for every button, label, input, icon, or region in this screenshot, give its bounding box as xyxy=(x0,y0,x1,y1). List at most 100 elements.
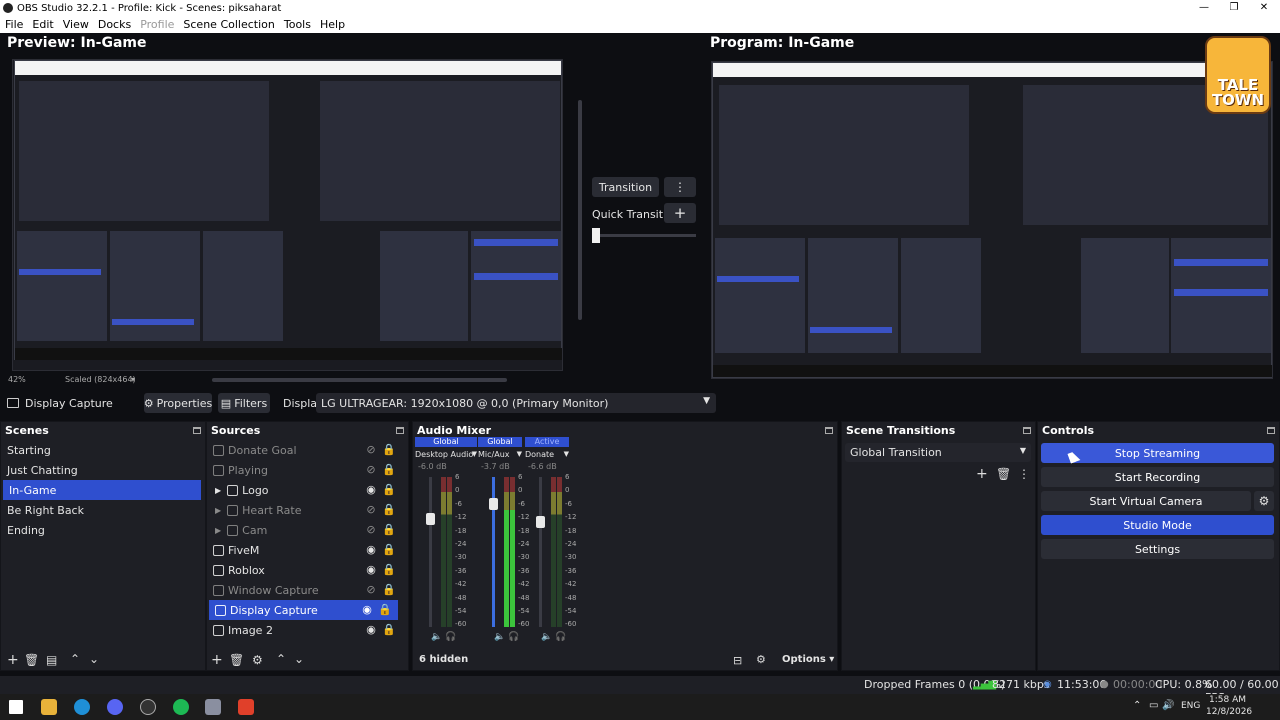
remove-source-icon[interactable]: 🗑 xyxy=(229,653,244,667)
monitor-headphones-icon[interactable]: 🎧 xyxy=(555,632,566,642)
scene-item[interactable]: Ending xyxy=(1,520,205,540)
volume-fader-handle[interactable] xyxy=(536,516,545,528)
preview-canvas[interactable] xyxy=(12,59,563,371)
chrome-icon[interactable] xyxy=(107,699,123,715)
mixer-layout-icon[interactable]: ⊟ xyxy=(733,654,742,667)
lock-icon[interactable]: 🔒 xyxy=(382,484,396,496)
move-down-icon[interactable]: ⌄ xyxy=(294,652,304,666)
eye-hidden-icon[interactable]: ⊘ xyxy=(365,524,377,536)
tray-network-icon[interactable]: ▭ xyxy=(1149,700,1158,711)
expand-arrow-icon[interactable]: ▶ xyxy=(215,506,221,515)
tray-clock-time[interactable]: 1:58 AM xyxy=(1209,695,1246,705)
lock-icon[interactable]: 🔒 xyxy=(382,524,396,536)
eye-icon[interactable]: ◉ xyxy=(361,604,373,616)
tray-volume-icon[interactable]: 🔊 xyxy=(1162,700,1174,711)
menu-scene-collection[interactable]: Scene Collection xyxy=(180,18,277,31)
source-item[interactable]: Image 2 ◉ 🔒 xyxy=(207,620,408,640)
source-item[interactable]: Playing ⊘ 🔒 xyxy=(207,460,408,480)
scene-item[interactable]: Just Chatting xyxy=(1,460,205,480)
channel-name-button[interactable]: Mic/Aux ▼ xyxy=(478,450,522,459)
menu-tools[interactable]: Tools xyxy=(281,18,314,31)
lock-icon[interactable]: 🔒 xyxy=(382,504,396,516)
app-icon[interactable] xyxy=(205,699,221,715)
transition-menu-icon[interactable]: ⋮ xyxy=(1018,467,1030,481)
properties-button[interactable]: ⚙ Properties xyxy=(144,393,212,413)
dock-icon[interactable] xyxy=(1267,426,1275,434)
start-virtual-camera-button[interactable]: Start Virtual Camera xyxy=(1041,491,1251,511)
eye-icon[interactable]: ◉ xyxy=(365,544,377,556)
file-explorer-icon[interactable] xyxy=(41,699,57,715)
preview-scale-dropdown-icon[interactable]: ▾ xyxy=(131,375,135,384)
expand-arrow-icon[interactable]: ▶ xyxy=(215,486,221,495)
lock-icon[interactable]: 🔒 xyxy=(378,604,392,616)
studio-mode-button[interactable]: Studio Mode xyxy=(1041,515,1274,535)
menu-file[interactable]: File xyxy=(2,18,26,31)
obs-taskbar-icon[interactable] xyxy=(140,699,156,715)
eye-hidden-icon[interactable]: ⊘ xyxy=(365,584,377,596)
lock-icon[interactable]: 🔒 xyxy=(382,624,396,636)
source-item[interactable]: Donate Goal ⊘ 🔒 xyxy=(207,440,408,460)
menu-edit[interactable]: Edit xyxy=(29,18,56,31)
display-select[interactable]: LG ULTRAGEAR: 1920x1080 @ 0,0 (Primary M… xyxy=(316,393,716,413)
transition-select[interactable]: Global Transition ▼ xyxy=(845,443,1031,462)
source-properties-icon[interactable]: ⚙ xyxy=(252,653,263,667)
volume-fader[interactable] xyxy=(429,477,432,627)
lock-icon[interactable]: 🔒 xyxy=(382,544,396,556)
dock-icon[interactable] xyxy=(396,426,404,434)
eye-hidden-icon[interactable]: ⊘ xyxy=(365,504,377,516)
close-icon[interactable]: ✕ xyxy=(1250,0,1278,16)
dock-icon[interactable] xyxy=(193,426,201,434)
volume-fader-handle[interactable] xyxy=(426,513,435,525)
add-transition-icon[interactable]: + xyxy=(976,466,988,482)
mute-speaker-icon[interactable]: 🔈 xyxy=(541,632,552,642)
lock-icon[interactable]: 🔒 xyxy=(382,564,396,576)
eye-icon[interactable]: ◉ xyxy=(365,564,377,576)
tray-clock-date[interactable]: 12/8/2026 xyxy=(1206,707,1252,717)
add-source-icon[interactable]: + xyxy=(211,652,223,668)
minimize-icon[interactable]: — xyxy=(1190,0,1218,16)
expand-arrow-icon[interactable]: ▶ xyxy=(215,526,221,535)
transition-slider-handle[interactable] xyxy=(592,228,600,243)
remove-scene-icon[interactable]: 🗑 xyxy=(24,653,39,667)
move-up-icon[interactable]: ⌃ xyxy=(70,652,80,666)
scene-item[interactable]: Be Right Back xyxy=(1,500,205,520)
add-quick-transition-icon[interactable]: + xyxy=(664,203,696,223)
preview-horizontal-scrollbar[interactable] xyxy=(212,378,507,382)
scene-filters-icon[interactable]: ▤ xyxy=(46,653,57,667)
lock-icon[interactable]: 🔒 xyxy=(382,444,396,456)
dock-icon[interactable] xyxy=(825,426,833,434)
spotify-icon[interactable] xyxy=(173,699,189,715)
add-scene-icon[interactable]: + xyxy=(7,652,19,668)
move-down-icon[interactable]: ⌄ xyxy=(89,652,99,666)
maximize-icon[interactable]: ❐ xyxy=(1220,0,1248,16)
menu-docks[interactable]: Docks xyxy=(95,18,134,31)
eye-hidden-icon[interactable]: ⊘ xyxy=(365,464,377,476)
tray-arrow-icon[interactable]: ⌃ xyxy=(1133,700,1141,711)
menu-view[interactable]: View xyxy=(60,18,92,31)
source-item[interactable]: ▶ Logo ◉ 🔒 xyxy=(207,480,408,500)
start-recording-button[interactable]: Start Recording xyxy=(1041,467,1274,487)
volume-fader-handle[interactable] xyxy=(489,498,498,510)
mixer-options-button[interactable]: Options ▾ xyxy=(782,654,834,665)
tray-language[interactable]: ENG xyxy=(1181,701,1200,711)
eye-icon[interactable]: ◉ xyxy=(365,624,377,636)
transition-button[interactable]: Transition xyxy=(592,177,659,197)
source-item[interactable]: ▶ Heart Rate ⊘ 🔒 xyxy=(207,500,408,520)
volume-fader[interactable] xyxy=(539,477,542,627)
source-item[interactable]: ▶ Cam ⊘ 🔒 xyxy=(207,520,408,540)
menu-help[interactable]: Help xyxy=(317,18,348,31)
virtual-camera-settings-icon[interactable]: ⚙ xyxy=(1254,491,1274,511)
source-item[interactable]: Display Capture ◉ 🔒 xyxy=(209,600,398,620)
channel-name-button[interactable]: Donate ▼ xyxy=(525,450,569,459)
preview-vertical-scrollbar[interactable] xyxy=(578,100,582,320)
settings-button[interactable]: Settings xyxy=(1041,539,1274,559)
filters-button[interactable]: ▤ Filters xyxy=(218,393,270,413)
mixer-settings-icon[interactable]: ⚙ xyxy=(756,653,766,666)
channel-name-button[interactable]: Desktop Audio ▼ xyxy=(415,450,477,459)
scene-item[interactable]: In-Game xyxy=(3,480,201,500)
source-item[interactable]: Roblox ◉ 🔒 xyxy=(207,560,408,580)
scene-item[interactable]: Starting xyxy=(1,440,205,460)
edge-icon[interactable] xyxy=(74,699,90,715)
lock-icon[interactable]: 🔒 xyxy=(382,584,396,596)
transition-slider[interactable] xyxy=(592,234,696,237)
